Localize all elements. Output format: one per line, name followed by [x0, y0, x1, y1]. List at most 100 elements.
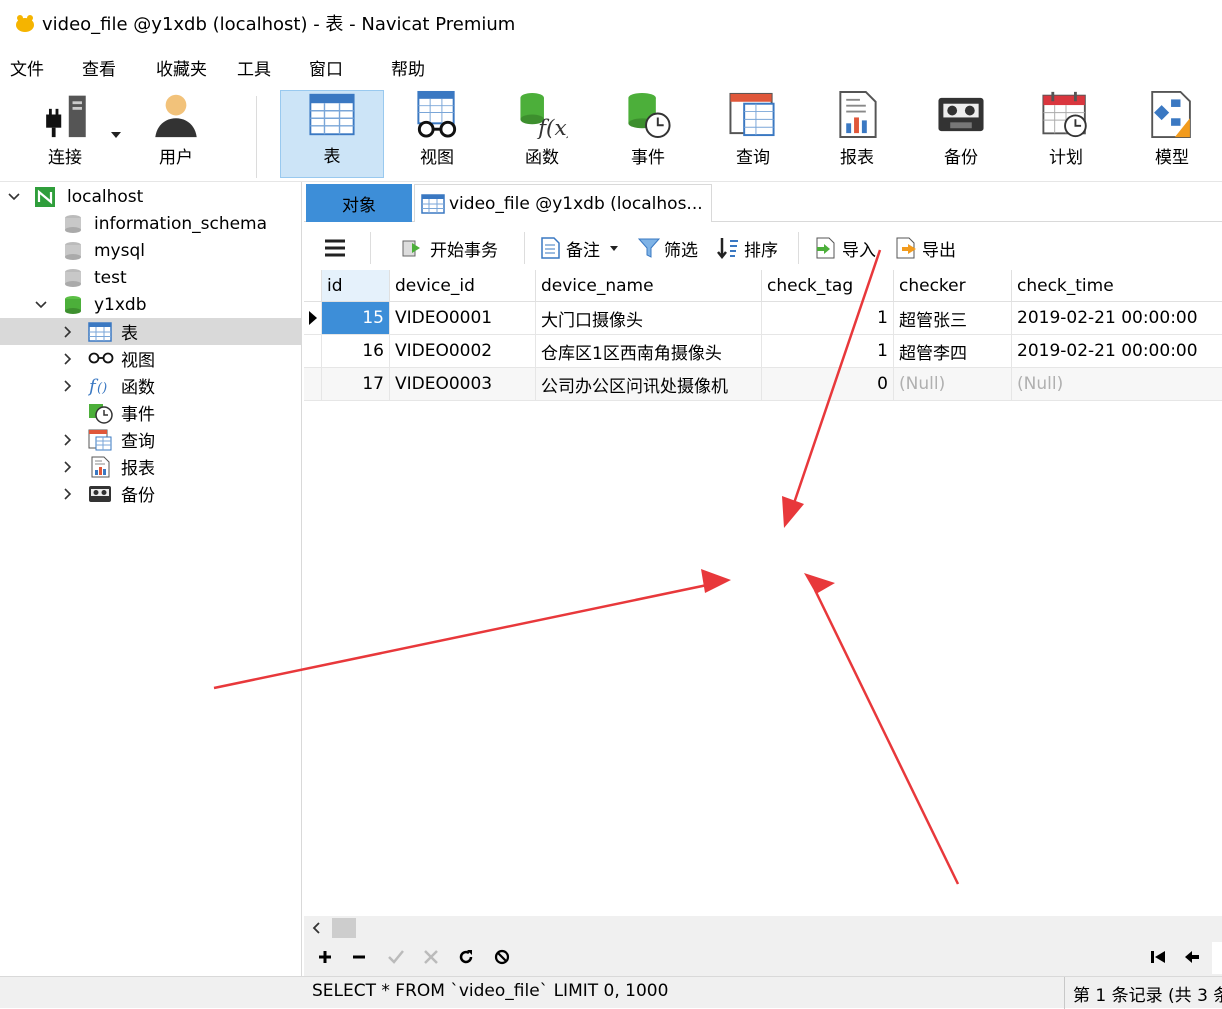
horizontal-scrollbar[interactable] — [304, 916, 1222, 940]
export-button[interactable]: 导出 — [894, 234, 956, 262]
scrollbar-thumb[interactable] — [332, 918, 356, 938]
schedule-button[interactable]: 计划 — [1018, 90, 1114, 178]
table-cell[interactable]: 超管张三 — [894, 302, 1012, 335]
column-header-check-time[interactable]: check_time — [1012, 270, 1222, 302]
row-selector-current[interactable] — [304, 302, 322, 335]
table-cell[interactable]: 1 — [762, 335, 894, 368]
tree-item-backups[interactable]: 备份 — [0, 480, 301, 507]
table-cell[interactable]: 15 — [322, 302, 390, 335]
import-button[interactable]: 导入 — [814, 234, 876, 262]
backup-button[interactable]: 备份 — [914, 90, 1008, 178]
begin-transaction-button[interactable]: 开始事务 — [400, 234, 498, 262]
scroll-left-arrow-icon[interactable] — [312, 922, 320, 934]
table-cell[interactable]: VIDEO0002 — [390, 335, 536, 368]
column-header-id[interactable]: id — [322, 270, 390, 302]
sort-button[interactable]: 排序 — [716, 234, 778, 262]
refresh-icon[interactable] — [458, 949, 474, 965]
user-label: 用户 — [159, 148, 193, 168]
table-cell[interactable]: 公司办公区问讯处摄像机 — [536, 368, 762, 401]
table-cell[interactable]: 1 — [762, 302, 894, 335]
menu-help[interactable]: 帮助 — [382, 55, 434, 80]
table-cell[interactable]: 17 — [322, 368, 390, 401]
report-button[interactable]: 报表 — [810, 90, 904, 178]
apply-check-icon[interactable] — [388, 950, 404, 964]
table-icon — [421, 193, 445, 214]
table-cell[interactable]: VIDEO0003 — [390, 368, 536, 401]
chevron-right-icon[interactable] — [62, 488, 74, 500]
menu-tools[interactable]: 工具 — [228, 55, 280, 80]
table-cell-null[interactable]: (Null) — [894, 368, 1012, 401]
tree-item-events[interactable]: 事件 — [0, 399, 301, 426]
table-cell[interactable]: 2019-02-21 00:00:00 — [1012, 335, 1222, 368]
menu-favorites[interactable]: 收藏夹 — [147, 55, 216, 80]
import-icon — [816, 237, 835, 259]
stop-icon[interactable] — [494, 949, 510, 965]
table-cell[interactable]: 16 — [322, 335, 390, 368]
discard-x-icon[interactable] — [424, 950, 438, 964]
database-open-icon — [65, 296, 81, 314]
tree-label-reports: 报表 — [121, 459, 155, 479]
table-cell[interactable]: VIDEO0001 — [390, 302, 536, 335]
function-button[interactable]: f(x) 函数 — [494, 90, 590, 178]
import-label: 导入 — [842, 240, 876, 261]
table-cell[interactable]: 仓库区1区西南角摄像头 — [536, 335, 762, 368]
tree-item-tables[interactable]: 表 — [0, 318, 301, 345]
chevron-right-icon[interactable] — [62, 353, 74, 365]
view-label: 视图 — [420, 148, 454, 168]
table-cell[interactable]: 超管李四 — [894, 335, 1012, 368]
first-record-icon[interactable] — [1150, 950, 1166, 964]
chevron-right-icon[interactable] — [62, 434, 74, 446]
tree-item-reports[interactable]: 报表 — [0, 453, 301, 480]
backup-tape-icon — [938, 97, 984, 132]
status-bar: SELECT * FROM `video_file` LIMIT 0, 1000… — [0, 976, 1222, 1009]
event-button[interactable]: 事件 — [600, 90, 696, 178]
tree-item-y1xdb[interactable]: y1xdb — [0, 291, 301, 318]
table-cell-null[interactable]: (Null) — [1012, 368, 1222, 401]
column-header-device-name[interactable]: device_name — [536, 270, 762, 302]
connect-dropdown-button[interactable] — [104, 90, 128, 178]
model-label: 模型 — [1155, 148, 1189, 168]
column-header-device-id[interactable]: device_id — [390, 270, 536, 302]
tab-video-file[interactable]: video_file @y1xdb (localhos... — [414, 184, 712, 222]
query-button[interactable]: 查询 — [706, 90, 800, 178]
caret-down-icon[interactable] — [610, 245, 618, 251]
tree-item-localhost[interactable]: localhost — [0, 183, 301, 210]
tree-item-test[interactable]: test — [0, 264, 301, 291]
note-button[interactable]: 备注 — [540, 234, 618, 262]
model-button[interactable]: 模型 — [1124, 90, 1220, 178]
tree-item-functions[interactable]: f() 函数 — [0, 372, 301, 399]
table-cell[interactable]: 0 — [762, 368, 894, 401]
menu-bar: 文件 查看 收藏夹 工具 窗口 帮助 — [0, 46, 1222, 88]
tree-item-information-schema[interactable]: information_schema — [0, 210, 301, 237]
tree-item-queries[interactable]: 查询 — [0, 426, 301, 453]
tab-objects[interactable]: 对象 — [306, 184, 412, 222]
view-button[interactable]: 视图 — [390, 90, 484, 178]
chevron-down-icon[interactable] — [35, 299, 47, 311]
previous-record-icon[interactable] — [1184, 950, 1200, 964]
menu-window[interactable]: 窗口 — [300, 55, 352, 80]
row-selector[interactable] — [304, 335, 322, 368]
chevron-down-icon[interactable] — [8, 191, 20, 203]
chevron-right-icon[interactable] — [62, 461, 74, 473]
table-button[interactable]: 表 — [280, 90, 384, 178]
table-cell[interactable]: 2019-02-21 00:00:00 — [1012, 302, 1222, 335]
menu-hamburger-button[interactable] — [324, 234, 346, 262]
function-icon: f() — [88, 376, 107, 396]
user-button[interactable]: 用户 — [140, 90, 212, 178]
tree-item-views[interactable]: 视图 — [0, 345, 301, 372]
row-selector[interactable] — [304, 368, 322, 401]
connect-button[interactable]: 连接 — [30, 90, 100, 178]
add-record-icon[interactable] — [318, 950, 332, 964]
menu-view[interactable]: 查看 — [73, 55, 125, 80]
delete-record-icon[interactable] — [352, 950, 366, 964]
filter-label: 筛选 — [664, 240, 698, 261]
tree-item-mysql[interactable]: mysql — [0, 237, 301, 264]
menu-file[interactable]: 文件 — [1, 55, 53, 80]
column-header-checker[interactable]: checker — [894, 270, 1012, 302]
filter-button[interactable]: 筛选 — [638, 234, 698, 262]
status-sql: SELECT * FROM `video_file` LIMIT 0, 1000 — [312, 981, 669, 1001]
table-cell[interactable]: 大门口摄像头 — [536, 302, 762, 335]
column-header-check-tag[interactable]: check_tag — [762, 270, 894, 302]
chevron-right-icon[interactable] — [62, 326, 74, 338]
chevron-right-icon[interactable] — [62, 380, 74, 392]
